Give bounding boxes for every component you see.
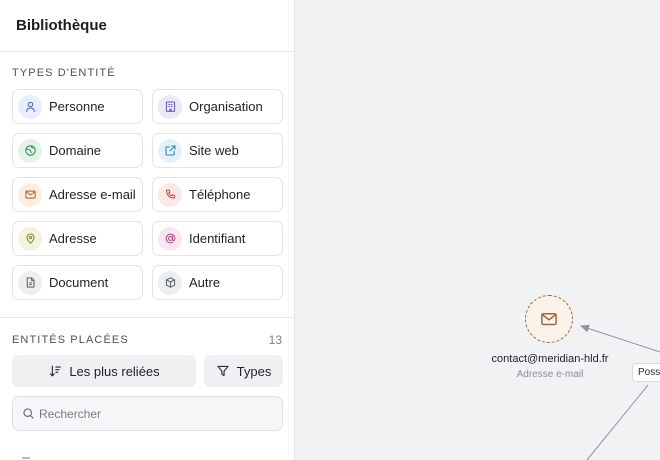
type-card-person[interactable]: Personne xyxy=(12,89,143,124)
filter-icon xyxy=(217,365,229,377)
type-label: Personne xyxy=(49,99,105,114)
edge-line-to-email[interactable] xyxy=(580,324,660,353)
sort-button-label: Les plus reliées xyxy=(69,363,160,379)
type-label: Téléphone xyxy=(189,187,251,202)
external-link-icon xyxy=(158,138,182,163)
type-label: Document xyxy=(49,275,109,290)
email-node[interactable] xyxy=(525,295,573,343)
sidebar-header: Bibliothèque xyxy=(0,0,294,52)
edge-label[interactable]: Poss xyxy=(632,363,660,382)
type-card-organisation[interactable]: Organisation xyxy=(152,89,283,124)
type-label: Adresse xyxy=(49,231,97,246)
mail-icon xyxy=(541,312,557,326)
type-label: Site web xyxy=(189,143,239,158)
phone-icon xyxy=(158,182,182,207)
type-card-other[interactable]: Autre xyxy=(152,265,283,300)
list-item-icon xyxy=(22,457,30,459)
sort-descending-icon xyxy=(50,365,62,377)
at-sign-icon xyxy=(158,226,182,251)
placed-entities-count: 13 xyxy=(268,333,282,347)
library-sidebar: Bibliothèque TYPES D'ENTITÉ Personne Org… xyxy=(0,0,295,460)
globe-icon xyxy=(18,138,42,163)
type-card-document[interactable]: Document xyxy=(12,265,143,300)
type-card-email[interactable]: Adresse e-mail xyxy=(12,177,143,212)
search-icon xyxy=(23,408,34,419)
type-card-phone[interactable]: Téléphone xyxy=(152,177,283,212)
node-title: contact@meridian-hld.fr xyxy=(491,353,609,365)
entity-types-heading: TYPES D'ENTITÉ xyxy=(12,67,116,79)
filter-button-label: Types xyxy=(236,363,272,379)
type-card-address[interactable]: Adresse xyxy=(12,221,143,256)
sidebar-title: Bibliothèque xyxy=(16,17,107,34)
type-label: Autre xyxy=(189,275,221,290)
graph-canvas[interactable]: contact@meridian-hld.fr Adresse e-mail P… xyxy=(296,0,660,460)
sort-most-connected-button[interactable]: Les plus reliées xyxy=(12,355,196,387)
filter-types-button[interactable]: Types xyxy=(204,355,283,387)
search-input[interactable] xyxy=(39,406,269,421)
entity-search[interactable] xyxy=(12,396,283,431)
box-icon xyxy=(158,270,182,295)
node-subtitle: Adresse e-mail xyxy=(516,369,584,380)
graph-edges xyxy=(580,324,660,460)
type-label: Domaine xyxy=(49,143,102,158)
type-card-identifier[interactable]: Identifiant xyxy=(152,221,283,256)
section-divider xyxy=(0,317,295,318)
edge-line-secondary[interactable] xyxy=(586,384,649,460)
person-icon xyxy=(18,94,42,119)
file-text-icon xyxy=(18,270,42,295)
building-icon xyxy=(158,94,182,119)
type-label: Identifiant xyxy=(189,231,246,246)
type-card-website[interactable]: Site web xyxy=(152,133,283,168)
placed-entities-heading: ENTITÉS PLACÉES xyxy=(12,334,129,346)
type-label: Adresse e-mail xyxy=(49,187,136,202)
mail-icon xyxy=(18,182,42,207)
map-pin-icon xyxy=(18,226,42,251)
type-card-domain[interactable]: Domaine xyxy=(12,133,143,168)
type-label: Organisation xyxy=(189,99,263,114)
